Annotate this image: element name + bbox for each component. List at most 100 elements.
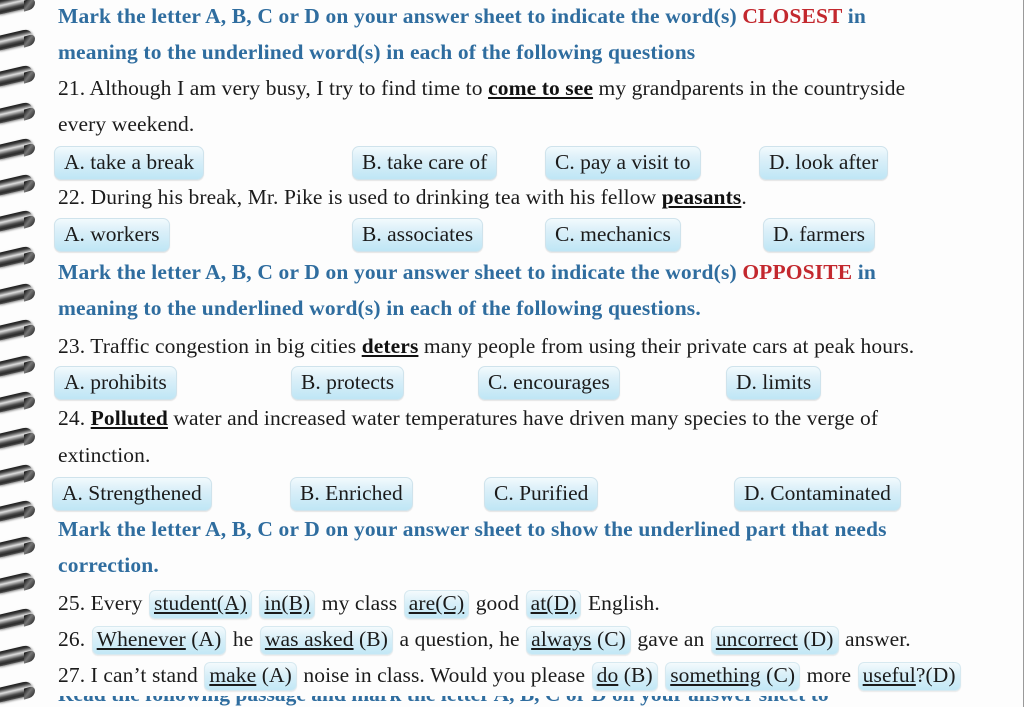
question-26-t0 <box>85 627 90 651</box>
question-26-chunk-b-underlined: was asked <box>264 627 354 651</box>
question-24-stem-line2: extinction. <box>58 443 151 467</box>
question-26-number: 26. <box>58 627 86 651</box>
question-25-chunk-c[interactable]: are(C) <box>403 590 470 619</box>
question-24-number: 24. <box>58 406 86 430</box>
question-21-stem-line1: 21. Although I am very busy, I try to fi… <box>58 76 905 101</box>
question-26-t8: answer. <box>839 627 911 651</box>
question-22-option-a[interactable]: A. workers <box>54 218 170 252</box>
question-24-option-c[interactable]: C. Purified <box>484 477 599 511</box>
instruction-keyword-closest: CLOSEST <box>742 4 843 28</box>
question-25-chunk-a-underlined: student(A) <box>153 591 247 615</box>
question-24-option-b[interactable]: B. Enriched <box>290 477 413 511</box>
question-27-chunk-c-marker: (C) <box>760 663 796 687</box>
question-22-option-b[interactable]: B. associates <box>352 218 484 252</box>
question-25-chunk-b[interactable]: in(B) <box>259 590 316 619</box>
instruction-correction-line2: correction. <box>58 553 159 577</box>
instruction-correction-line1: Mark the letter A, B, C or D on your ans… <box>58 517 887 541</box>
question-21-text-post: my grandparents in the countryside <box>593 76 906 100</box>
cut-off-instruction-line: Read the following passage and mark the … <box>58 696 948 707</box>
question-25-t0: Every <box>85 591 148 615</box>
question-25-t8: English. <box>582 591 660 615</box>
question-26-chunk-a[interactable]: Whenever (A) <box>91 626 227 655</box>
question-21-option-c[interactable]: C. pay a visit to <box>545 146 701 180</box>
question-24-option-a[interactable]: A. Strengthened <box>52 477 212 511</box>
question-26-chunk-d-underlined: uncorrect <box>715 627 798 651</box>
cut-off-instruction-text: Read the following passage and mark the … <box>58 696 829 707</box>
question-23-text-post: many people from using their private car… <box>418 334 915 358</box>
instruction-keyword-opposite: OPPOSITE <box>742 260 853 284</box>
question-26-chunk-d[interactable]: uncorrect (D) <box>710 626 839 655</box>
question-25-chunk-d[interactable]: at(D) <box>525 590 582 619</box>
question-26-chunk-d-marker: (D) <box>797 627 834 651</box>
question-22-stem-line1: 22. During his break, Mr. Pike is used t… <box>58 185 747 210</box>
question-27-t2: noise in class. Would you please <box>297 663 591 687</box>
question-27-chunk-b[interactable]: do (B) <box>591 662 658 691</box>
question-25-number: 25. <box>58 591 86 615</box>
question-25-chunk-b-underlined: in(B) <box>264 591 311 615</box>
question-25-chunk-a[interactable]: student(A) <box>148 590 252 619</box>
question-22-option-d[interactable]: D. farmers <box>763 218 875 252</box>
question-27-chunk-d[interactable]: useful?(D) <box>857 662 961 691</box>
question-27-number: 27. <box>58 663 86 687</box>
question-21-number: 21. <box>58 76 86 100</box>
question-23-number: 23. <box>58 334 86 358</box>
question-26-chunk-c-marker: (C) <box>591 627 626 651</box>
question-27-chunk-c[interactable]: something (C) <box>665 662 801 691</box>
question-26-t2: he <box>227 627 259 651</box>
question-21-text-pre: Although I am very busy, I try to find t… <box>85 76 489 100</box>
question-23-text-pre: Traffic congestion in big cities <box>85 334 362 358</box>
instruction-closest-text-pre: Mark the letter A, B, C or D on your ans… <box>58 4 743 28</box>
instruction-opposite-text-post: in <box>852 260 876 284</box>
instruction-closest-text-post: in <box>842 4 866 28</box>
question-27-chunk-a-underlined: make <box>209 663 257 687</box>
question-23-option-b[interactable]: B. protects <box>291 366 405 400</box>
instruction-opposite-line2: meaning to the underlined word(s) in eac… <box>58 296 701 320</box>
question-27-chunk-c-underlined: something <box>670 663 761 687</box>
instruction-opposite-line1: Mark the letter A, B, C or D on your ans… <box>58 260 876 285</box>
question-22-number: 22. <box>58 185 86 209</box>
question-27-chunk-a[interactable]: make (A) <box>204 662 297 691</box>
question-22-option-c[interactable]: C. mechanics <box>545 218 681 252</box>
question-23-stem-line1: 23. Traffic congestion in big cities det… <box>58 334 914 359</box>
question-25-t2 <box>253 591 258 615</box>
question-26-chunk-a-underlined: Whenever <box>96 627 186 651</box>
question-27-chunk-a-marker: (A) <box>256 663 292 687</box>
instruction-closest-line1: Mark the letter A, B, C or D on your ans… <box>58 4 866 29</box>
question-26-chunk-b-marker: (B) <box>353 627 388 651</box>
question-25-t6: good <box>470 591 525 615</box>
question-22-text-post: . <box>741 185 747 209</box>
question-26-t6: gave an <box>631 627 710 651</box>
question-27-t0: I can’t stand <box>85 663 204 687</box>
question-21-underlined: come to see <box>488 76 594 100</box>
question-21-option-a[interactable]: A. take a break <box>54 146 205 180</box>
question-27-chunk-d-marker: ?(D) <box>915 663 956 687</box>
question-23-option-d[interactable]: D. limits <box>726 366 822 400</box>
question-23-underlined: deters <box>361 334 419 358</box>
question-26-stem: 26. Whenever (A) he was asked (B) a ques… <box>58 626 911 655</box>
question-27-t4 <box>659 663 664 687</box>
question-22-underlined: peasants <box>661 185 742 209</box>
instruction-closest-line2: meaning to the underlined word(s) in eac… <box>58 40 696 64</box>
question-24-stem-line1: 24. Polluted water and increased water t… <box>58 406 878 431</box>
question-27-chunk-d-underlined: useful <box>862 663 916 687</box>
question-24-text-post: water and increased water temperatures h… <box>167 406 879 430</box>
question-23-option-a[interactable]: A. prohibits <box>54 366 177 400</box>
question-26-chunk-a-marker: (A) <box>185 627 222 651</box>
question-27-chunk-b-underlined: do <box>596 663 619 687</box>
question-26-chunk-c[interactable]: always (C) <box>526 626 631 655</box>
question-23-option-c[interactable]: C. encourages <box>478 366 620 400</box>
question-27-t6: more <box>801 663 857 687</box>
question-24-underlined: Polluted <box>90 406 168 430</box>
question-27-stem: 27. I can’t stand make (A) noise in clas… <box>58 662 962 691</box>
question-24-option-d[interactable]: D. Contaminated <box>734 477 901 511</box>
question-21-stem-line2: every weekend. <box>58 112 195 136</box>
question-25-chunk-d-underlined: at(D) <box>530 591 577 615</box>
question-22-text-pre: During his break, Mr. Pike is used to dr… <box>85 185 662 209</box>
question-26-chunk-b[interactable]: was asked (B) <box>259 626 393 655</box>
workbook-page: Mark the letter A, B, C or D on your ans… <box>0 0 1024 707</box>
question-27-chunk-b-marker: (B) <box>618 663 653 687</box>
question-26-t4: a question, he <box>394 627 526 651</box>
question-21-option-b[interactable]: B. take care of <box>352 146 498 180</box>
question-21-option-d[interactable]: D. look after <box>759 146 889 180</box>
question-25-stem: 25. Every student(A) in(B) my class are(… <box>58 590 660 619</box>
